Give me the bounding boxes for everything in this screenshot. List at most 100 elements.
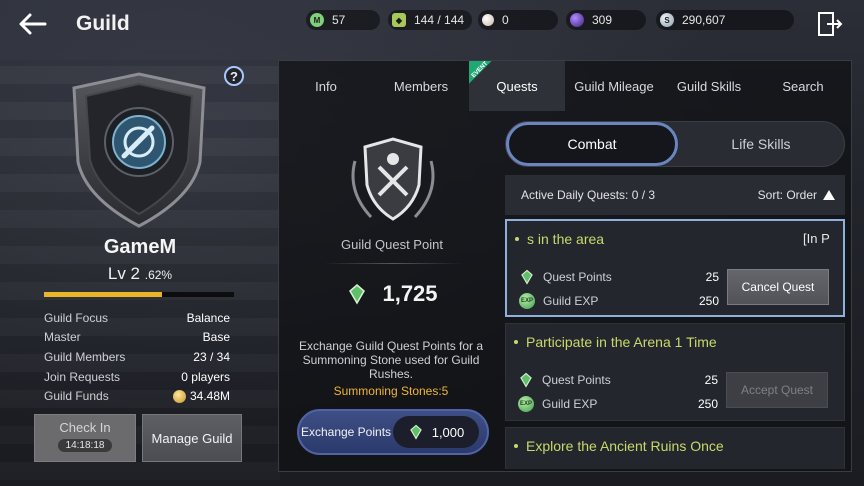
active-daily-quests: Active Daily Quests: 0 / 3 (521, 188, 656, 202)
reward-value: 250 (697, 397, 718, 411)
reward-value: 25 (705, 270, 719, 284)
guild-funds-value: 34.48M (189, 389, 230, 404)
stamina-icon: ◆ (392, 13, 406, 27)
quest-title: Participate in the Arena 1 Time (514, 334, 717, 350)
page-title: Guild (76, 12, 130, 35)
reward-value: 250 (698, 294, 719, 308)
tab-search[interactable]: Search (755, 61, 851, 111)
guild-name: GameM (103, 236, 177, 258)
help-icon[interactable]: ? (224, 66, 244, 86)
silver-coin-icon: S (660, 13, 674, 27)
quest-list: s in the area [In P Quest Points 25 EXP … (505, 219, 845, 469)
quest-point-icon (409, 424, 422, 440)
guild-crest (66, 70, 212, 230)
exit-button[interactable] (816, 10, 844, 38)
manage-guild-button[interactable]: Manage Guild (142, 414, 242, 462)
cancel-quest-button[interactable]: Cancel Quest (727, 269, 829, 305)
back-button[interactable] (14, 9, 50, 39)
tab-bar: Info Members EVENT Quests Guild Mileage … (279, 61, 851, 111)
stat-value-funds: 34.48M (172, 389, 230, 404)
guild-xp-fill (44, 292, 162, 297)
bullet-icon (514, 444, 518, 448)
combat-tab[interactable]: Combat (506, 122, 678, 166)
exchange-cost: 1,000 (393, 416, 479, 448)
currency-pearl: 0 (478, 10, 558, 30)
check-in-label: Check In (59, 420, 111, 435)
stat-value: Balance (186, 310, 230, 325)
stat-label: Guild Funds (44, 389, 109, 404)
tab-members[interactable]: Members (373, 61, 469, 111)
reward-label: Guild EXP (542, 397, 598, 411)
quest-emblem-icon (351, 137, 435, 221)
quest-item[interactable]: Explore the Ancient Ruins Once (505, 427, 845, 469)
exchange-description: Exchange Guild Quest Points for a Summon… (298, 339, 484, 381)
accept-quest-button[interactable]: Accept Quest (726, 372, 828, 408)
stat-value: 23 / 34 (193, 349, 230, 364)
quest-point-icon (520, 372, 532, 388)
guild-xp-bar (44, 292, 234, 297)
tab-info[interactable]: Info (279, 61, 373, 111)
divider (323, 263, 463, 264)
currency-m-token: M 57 (306, 10, 380, 30)
check-in-button[interactable]: Check In 14:18:18 (34, 414, 136, 462)
currency-stamina: ◆ 144 / 144 (388, 10, 472, 30)
reward-guild-exp: EXP Guild EXP 250 (519, 293, 719, 309)
quest-title: Explore the Ancient Ruins Once (514, 438, 724, 454)
bullet-icon (514, 340, 518, 344)
dark-orb-icon (570, 13, 584, 27)
reward-value: 25 (704, 373, 718, 387)
tab-guild-mileage[interactable]: Guild Mileage (565, 61, 663, 111)
stat-label: Master (44, 330, 81, 345)
reward-guild-exp: EXP Guild EXP 250 (518, 396, 718, 412)
gold-coin-icon (172, 389, 186, 403)
quest-title-text: Explore the Ancient Ruins Once (526, 438, 724, 454)
guild-quest-point-box: Guild Quest Point 1,725 (299, 123, 485, 315)
quest-point-icon (521, 269, 533, 285)
quest-list-header: Active Daily Quests: 0 / 3 Sort: Order (505, 175, 845, 215)
quest-type-toggle: Combat Life Skills (505, 121, 845, 167)
stat-value: Base (202, 330, 230, 345)
guild-level-value: Lv 2 (107, 264, 141, 283)
guild-level: Lv 2 .62% (40, 264, 240, 284)
tab-guild-skills[interactable]: Guild Skills (663, 61, 755, 111)
guild-quest-point-title: Guild Quest Point (341, 237, 443, 252)
reward-quest-points: Quest Points 25 (519, 269, 719, 285)
stat-label: Guild Focus (44, 310, 109, 325)
quest-item[interactable]: s in the area [In P Quest Points 25 EXP … (505, 219, 845, 317)
tab-quests[interactable]: EVENT Quests (469, 61, 565, 111)
guild-exp-icon: EXP (518, 396, 534, 412)
guild-content-panel: Info Members EVENT Quests Guild Mileage … (278, 60, 852, 472)
guild-exp-icon: EXP (519, 293, 535, 309)
currency-dark-orb: 309 (566, 10, 646, 30)
guild-level-percent: .62% (144, 268, 173, 282)
guild-stats: Guild Focus Balance Master Base Guild Me… (44, 308, 230, 406)
exit-door-icon (818, 12, 843, 36)
bullet-icon (515, 237, 519, 241)
event-ribbon: EVENT (469, 61, 499, 91)
guild-quest-point-value: 1,725 (382, 281, 438, 306)
quest-title: s in the area (515, 231, 604, 247)
quest-title-text: Participate in the Arena 1 Time (526, 334, 717, 350)
sort-button[interactable]: Sort: Order (758, 188, 835, 202)
stat-label: Join Requests (44, 369, 121, 384)
event-ribbon-label: EVENT (470, 61, 490, 80)
quest-status: [In P (803, 231, 830, 246)
reward-label: Guild EXP (543, 294, 599, 308)
stat-row: Join Requests 0 players (44, 367, 230, 387)
tab-quests-label: Quests (496, 78, 538, 94)
quest-point-icon (349, 284, 366, 305)
exchange-points-label: Exchange Points (300, 425, 392, 439)
life-skills-tab[interactable]: Life Skills (678, 122, 844, 166)
quest-item[interactable]: Participate in the Arena 1 Time Quest Po… (505, 323, 845, 421)
check-in-timer: 14:18:18 (57, 439, 113, 452)
quest-title-text: s in the area (527, 231, 605, 247)
guild-quest-point-row: 1,725 (299, 281, 485, 307)
pearl-icon (482, 14, 494, 26)
stat-row: Guild Members 23 / 34 (44, 347, 230, 367)
stat-label: Guild Members (44, 349, 126, 364)
top-bar: Guild M 57 ◆ 144 / 144 0 309 S 290,607 (0, 0, 864, 50)
exchange-points-button[interactable]: Exchange Points 1,000 (297, 409, 489, 455)
stat-row: Guild Funds 34.48M (44, 386, 230, 406)
reward-label: Quest Points (543, 270, 612, 284)
reward-quest-points: Quest Points 25 (518, 372, 718, 388)
